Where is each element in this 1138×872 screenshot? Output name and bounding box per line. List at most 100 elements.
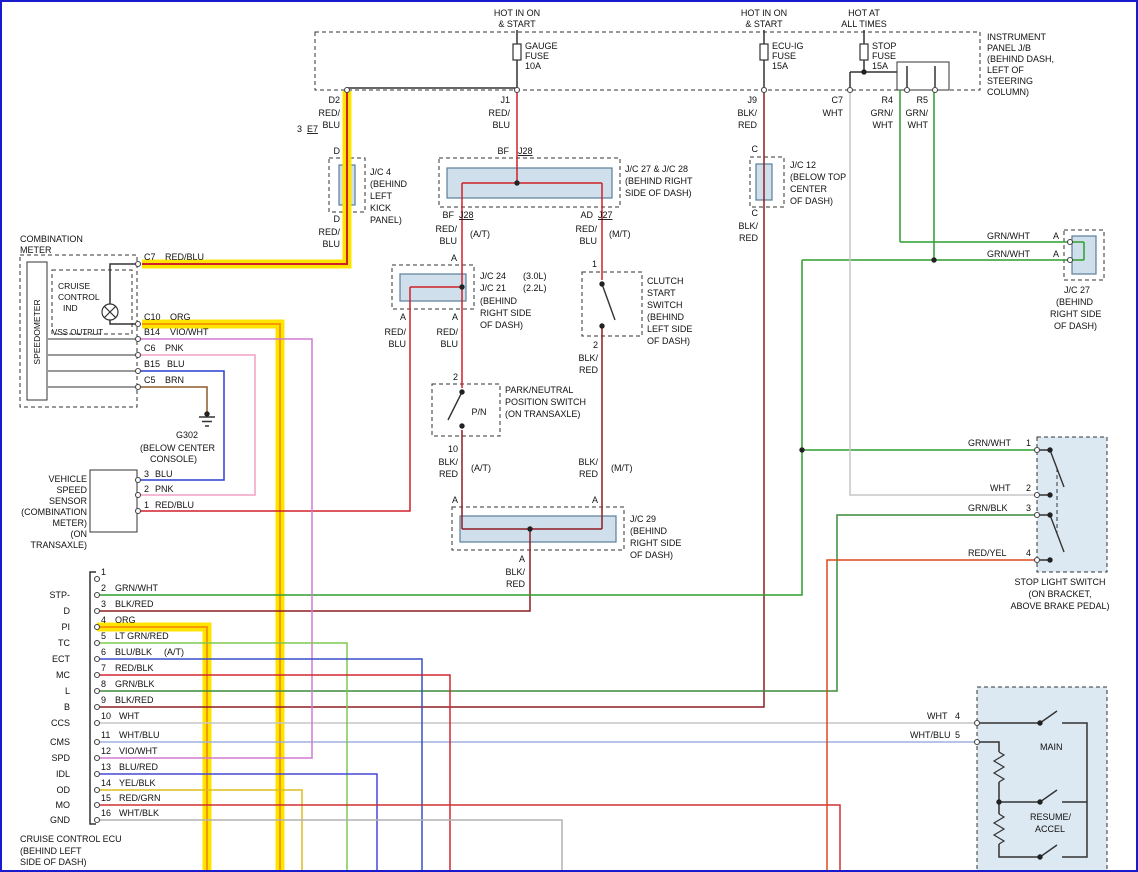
junction-dot	[1037, 799, 1042, 804]
gauge-fuse-1: GAUGE	[525, 41, 558, 51]
wiring-diagram-svg: HOT IN ON& STARTHOT IN ON& STARTHOT ATAL…	[2, 2, 1136, 870]
jc12-color-1: BLK/	[738, 221, 758, 231]
pin-terminal	[975, 721, 980, 726]
ecu-pin-12: 12	[101, 746, 111, 756]
mt-low-c1: BLK/	[578, 457, 598, 467]
ecu-name-1: CRUISE CONTROL ECU	[20, 834, 122, 844]
j9-color-2: RED	[738, 120, 758, 130]
ecu-fn-stp: STP-	[49, 590, 70, 600]
jc12-c-top: C	[752, 144, 759, 154]
grnwht-a2: GRN/WHT	[987, 249, 1030, 259]
conn-r4: R4	[881, 95, 893, 105]
meter-c6: C6	[144, 343, 156, 353]
j28-top: J28	[518, 146, 533, 156]
g302: G302	[176, 430, 198, 440]
vss-pin-1-c: RED/BLU	[155, 500, 194, 510]
gauge-fuse-symbol	[513, 44, 521, 60]
ecu-pin-5-c: LT GRN/RED	[115, 631, 169, 641]
ecu-pin-13: 13	[101, 762, 111, 772]
pin-terminal	[515, 88, 520, 93]
j9-color-1: BLK/	[737, 108, 757, 118]
pin-terminal	[1068, 240, 1073, 245]
junction-dot	[1047, 447, 1052, 452]
jc4-color-2: BLU	[322, 239, 340, 249]
pin-terminal	[95, 705, 100, 710]
d2-color-1: RED/	[318, 108, 340, 118]
pin-terminal	[95, 625, 100, 630]
pin-terminal	[905, 88, 910, 93]
pin-terminal	[136, 478, 141, 483]
jc29-2: (BEHIND	[630, 526, 668, 536]
ecu-name-3: SIDE OF DASH)	[20, 857, 87, 867]
highlight-redblu-trace	[142, 91, 347, 264]
jc24-1: J/C 24	[480, 271, 506, 281]
meter-b14-c: VIO/WHT	[170, 327, 209, 337]
jc4-d-bot: D	[334, 214, 341, 224]
vss-2: SPEED	[56, 485, 87, 495]
pin-terminal	[95, 609, 100, 614]
ecu-pin-3-c: BLK/RED	[115, 599, 154, 609]
pin-terminal	[95, 772, 100, 777]
vss-1: VEHICLE	[48, 474, 87, 484]
jc24-2b: (2.2L)	[523, 283, 547, 293]
junction-dot	[799, 447, 804, 452]
jb-4: LEFT OF	[987, 65, 1024, 75]
c7-color: WHT	[823, 108, 844, 118]
jc29-in-a1: A	[452, 495, 458, 505]
gauge-fuse-3: 10A	[525, 61, 541, 71]
jc24-out-a2: A	[452, 312, 458, 322]
main-sw-res-1: RESUME/	[1030, 812, 1072, 822]
stop-fuse-3: 15A	[872, 61, 888, 71]
hot-3a: HOT AT	[848, 8, 880, 18]
jc24-1b: (3.0L)	[523, 271, 547, 281]
at-tag: (A/T)	[470, 229, 490, 239]
pn-out-c2: RED	[439, 469, 459, 479]
mt-tag: (M/T)	[609, 229, 631, 239]
clutch-pin-1: 1	[592, 259, 597, 269]
ecu-pin-8-c: GRN/BLK	[115, 679, 155, 689]
pin-terminal	[95, 689, 100, 694]
wire-grnwht-to-ecu	[97, 260, 802, 595]
junction-dot	[527, 526, 532, 531]
jb-connector-rect	[897, 62, 949, 90]
vss-output: VSS OUTPUT	[52, 328, 103, 337]
jc27r-2: (BEHIND	[1056, 297, 1094, 307]
jc12-c-bot: C	[752, 208, 759, 218]
junction-dot	[514, 180, 519, 185]
wire-whtblk	[97, 820, 562, 870]
ecu-fn-tc: TC	[58, 638, 70, 648]
jc24-out-c4: BLU	[440, 339, 458, 349]
pin-terminal	[1068, 258, 1073, 263]
vss-3: SENSOR	[49, 496, 88, 506]
meter-c10: C10	[144, 312, 161, 322]
jc24-out-a1: A	[400, 312, 406, 322]
ecu-pin-16-c: WHT/BLK	[119, 808, 159, 818]
pin-terminal	[95, 818, 100, 823]
meter-b15: B15	[144, 359, 160, 369]
grnwht-a1: GRN/WHT	[987, 231, 1030, 241]
r5-color-1: GRN/	[906, 108, 929, 118]
ecu-pin-9: 9	[101, 695, 106, 705]
pin-terminal	[345, 88, 350, 93]
vss-6: (ON	[71, 529, 88, 539]
jc24-3: (BEHIND	[480, 296, 518, 306]
junction-dot	[1037, 720, 1042, 725]
wire-brn	[139, 387, 207, 414]
gauge-fuse-2: FUSE	[525, 51, 549, 61]
jb-6: COLUMN)	[987, 87, 1029, 97]
clutch-switch-box	[582, 272, 642, 336]
ecu-pin-9-c: BLK/RED	[115, 695, 154, 705]
ecu-fn-gnd: GND	[50, 815, 71, 825]
junction-dot	[1047, 492, 1052, 497]
j1-color-1: RED/	[488, 108, 510, 118]
meter-c7-c: RED/BLU	[165, 252, 204, 262]
jc12-1: J/C 12	[790, 160, 816, 170]
clutch-6: OF DASH)	[647, 336, 690, 346]
mt-color-2: BLU	[579, 236, 597, 246]
conn-j9: J9	[747, 95, 757, 105]
junction-dot	[1047, 557, 1052, 562]
pin-terminal	[95, 721, 100, 726]
speedometer: SPEEDOMETER	[32, 299, 42, 364]
pin-terminal	[1035, 513, 1040, 518]
pin-terminal	[95, 673, 100, 678]
